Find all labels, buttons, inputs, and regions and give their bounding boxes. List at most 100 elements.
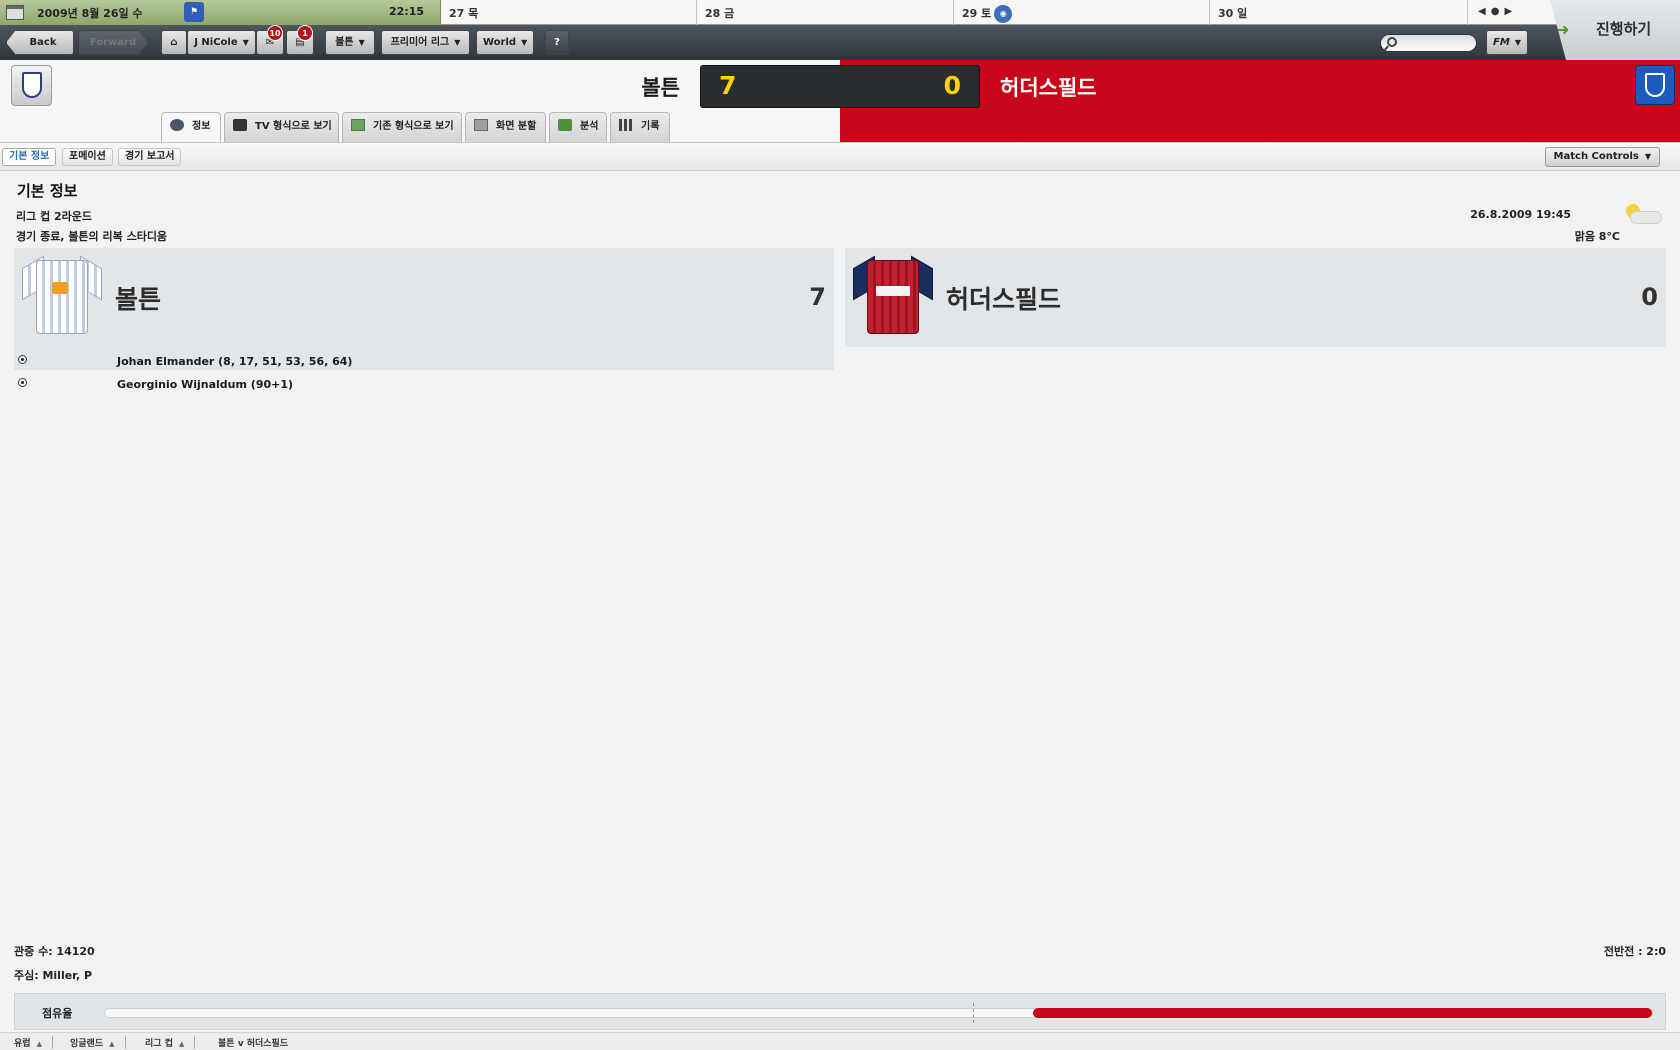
chevron-down-icon: ▼ — [454, 38, 461, 47]
home-kit-icon — [22, 255, 102, 336]
fm-menu[interactable]: FM ▼ — [1486, 30, 1528, 55]
world-menu[interactable]: World ▼ — [476, 30, 534, 55]
subtab-match-report[interactable]: 경기 보고서 — [118, 148, 182, 166]
breadcrumb-label: 잉글랜드 — [70, 1039, 104, 1049]
news-button[interactable]: ▤ 1 — [286, 25, 314, 55]
away-score: 0 — [943, 71, 961, 100]
next-icon[interactable]: ▶ — [1504, 6, 1517, 17]
fixture-club-icon[interactable]: ⚑ — [184, 2, 204, 22]
calendar-day-30[interactable]: 30 일 — [1210, 0, 1468, 25]
analysis-icon — [558, 119, 572, 131]
calendar-day-label: 28 금 — [705, 7, 735, 20]
tab-tv-view[interactable]: TV 형식으로 보기 — [224, 112, 339, 142]
referee[interactable]: 주심: Miller, P — [14, 967, 92, 983]
breadcrumb-label: 리그 컵 — [145, 1039, 173, 1049]
today-icon[interactable]: ● — [1491, 6, 1505, 17]
attendance: 관중 수: 14120 — [14, 945, 95, 958]
prev-icon[interactable]: ◀ — [1478, 6, 1491, 17]
current-time: 22:15 — [389, 5, 425, 18]
tab-analysis[interactable]: 분석 — [549, 112, 607, 142]
tab-classic-view[interactable]: 기존 형식으로 보기 — [342, 112, 462, 142]
calendar-day-28[interactable]: 28 금 — [697, 0, 954, 25]
chevron-up-icon: ▲ — [109, 1040, 115, 1048]
away-team-score: 0 — [1641, 283, 1658, 311]
goal-scorer[interactable]: Georginio Wijnaldum (90+1) — [117, 378, 293, 391]
fixture-badge-icon[interactable]: ◉ — [994, 5, 1013, 23]
tab-label: 분석 — [580, 121, 599, 132]
away-club-crest[interactable] — [1635, 65, 1675, 105]
half-time-score: 전반전 : 2:0 — [1603, 945, 1666, 958]
fm-label: FM — [1493, 37, 1510, 48]
chevron-down-icon: ▼ — [1514, 38, 1521, 47]
league-menu-label: 프리미어 리그 — [390, 37, 450, 48]
competition-round[interactable]: 리그 컵 2라운드 — [16, 208, 92, 224]
possession-midline — [973, 1003, 974, 1023]
league-menu[interactable]: 프리미어 리그 ▼ — [381, 30, 470, 55]
breadcrumb-item[interactable]: 리그 컵 ▲ — [145, 1036, 196, 1049]
calendar-day-29[interactable]: 29 토 ◉ — [954, 0, 1210, 25]
chevron-down-icon: ▼ — [358, 38, 365, 47]
away-kit-icon — [853, 255, 933, 336]
current-day-cell[interactable]: 2009년 8월 26일 수 ⚑ 22:15 — [0, 0, 441, 25]
chevron-down-icon: ▼ — [521, 38, 528, 47]
calendar-day-label: 30 일 — [1218, 7, 1248, 20]
goal-scorer[interactable]: Johan Elmander (8, 17, 51, 53, 56, 64) — [117, 355, 352, 368]
tab-label: 화면 분할 — [496, 121, 537, 132]
help-button[interactable]: ? — [545, 30, 569, 55]
weather-text: 맑음 8°C — [1574, 230, 1620, 243]
tab-info[interactable]: 정보 — [161, 112, 221, 143]
split-icon — [474, 119, 488, 131]
match-controls-label: Match Controls — [1553, 151, 1639, 162]
news-count-badge: 1 — [297, 25, 313, 41]
breadcrumb-item[interactable]: 잉글랜드 ▲ — [70, 1036, 126, 1049]
crest-icon — [22, 72, 42, 98]
tab-stats[interactable]: 기록 — [610, 112, 670, 142]
breadcrumb: 유럽 ▲ 잉글랜드 ▲ 리그 컵 ▲ 볼튼 v 허더스필드 — [0, 1032, 1680, 1050]
kit-sponsor-icon — [876, 286, 910, 296]
goal-scorer-row: Johan Elmander (8, 17, 51, 53, 56, 64) — [14, 352, 834, 374]
breadcrumb-item: 볼튼 v 허더스필드 — [218, 1036, 298, 1049]
club-menu[interactable]: 볼튼 ▼ — [325, 30, 375, 55]
weather-icon — [1624, 204, 1664, 226]
subtab-formation[interactable]: 포메이션 — [62, 148, 113, 166]
chevron-down-icon: ▼ — [1644, 152, 1651, 161]
tab-split-screen[interactable]: 화면 분할 — [465, 112, 546, 142]
continue-label: 진행하기 — [1596, 20, 1652, 38]
away-team-title[interactable]: 허더스필드 — [946, 280, 1061, 316]
main-toolbar: Back Forward ⌂ J NiCole ▼ ✉ 10 ▤ 1 볼튼 ▼ 프리미어… — [0, 25, 1680, 60]
match-controls-button[interactable]: Match Controls ▼ — [1544, 147, 1660, 167]
tab-label: 기록 — [641, 121, 660, 132]
sub-tabs-bar: 기본 정보 포메이션 경기 보고서 Match Controls ▼ — [0, 142, 1680, 171]
home-button[interactable]: ⌂ — [161, 30, 187, 55]
scoreboard: 7 0 — [700, 65, 980, 108]
calendar-nav: ◀●▶ — [1478, 6, 1517, 17]
kit-body — [36, 260, 88, 334]
subtab-basic-info[interactable]: 기본 정보 — [2, 148, 57, 166]
breadcrumb-label: 볼튼 v 허더스필드 — [218, 1039, 289, 1049]
search-icon — [1387, 37, 1397, 47]
calendar-icon[interactable] — [6, 5, 24, 20]
inbox-button[interactable]: ✉ 10 — [256, 25, 284, 55]
home-team-title[interactable]: 볼튼 — [115, 280, 161, 316]
away-team-name[interactable]: 허더스필드 — [1000, 72, 1097, 102]
forward-button[interactable]: Forward — [78, 30, 148, 55]
football-icon — [18, 355, 27, 364]
breadcrumb-item[interactable]: 유럽 ▲ — [14, 1036, 53, 1049]
tab-label: 정보 — [192, 121, 211, 132]
club-menu-label: 볼튼 — [335, 37, 354, 48]
calendar-day-label: 27 목 — [449, 7, 479, 20]
possession-label: 점유율 — [42, 1007, 73, 1020]
match-status: 경기 종료, 볼튼의 리복 스타디움 — [16, 230, 168, 243]
inbox-count-badge: 10 — [267, 25, 283, 41]
search-input[interactable] — [1380, 34, 1477, 52]
manager-menu[interactable]: J NiCole ▼ — [187, 30, 256, 55]
home-team-name[interactable]: 볼튼 — [641, 72, 680, 102]
goal-scorer-row: Georginio Wijnaldum (90+1) — [14, 375, 834, 397]
calendar-day-27[interactable]: 27 목 — [441, 0, 697, 25]
possession-bar: 점유율 — [14, 993, 1666, 1030]
tab-label: TV 형식으로 보기 — [255, 121, 332, 132]
tab-label: 기존 형식으로 보기 — [373, 121, 454, 132]
back-button[interactable]: Back — [6, 30, 74, 55]
home-club-crest[interactable] — [11, 65, 52, 106]
home-icon: ⌂ — [170, 37, 178, 48]
